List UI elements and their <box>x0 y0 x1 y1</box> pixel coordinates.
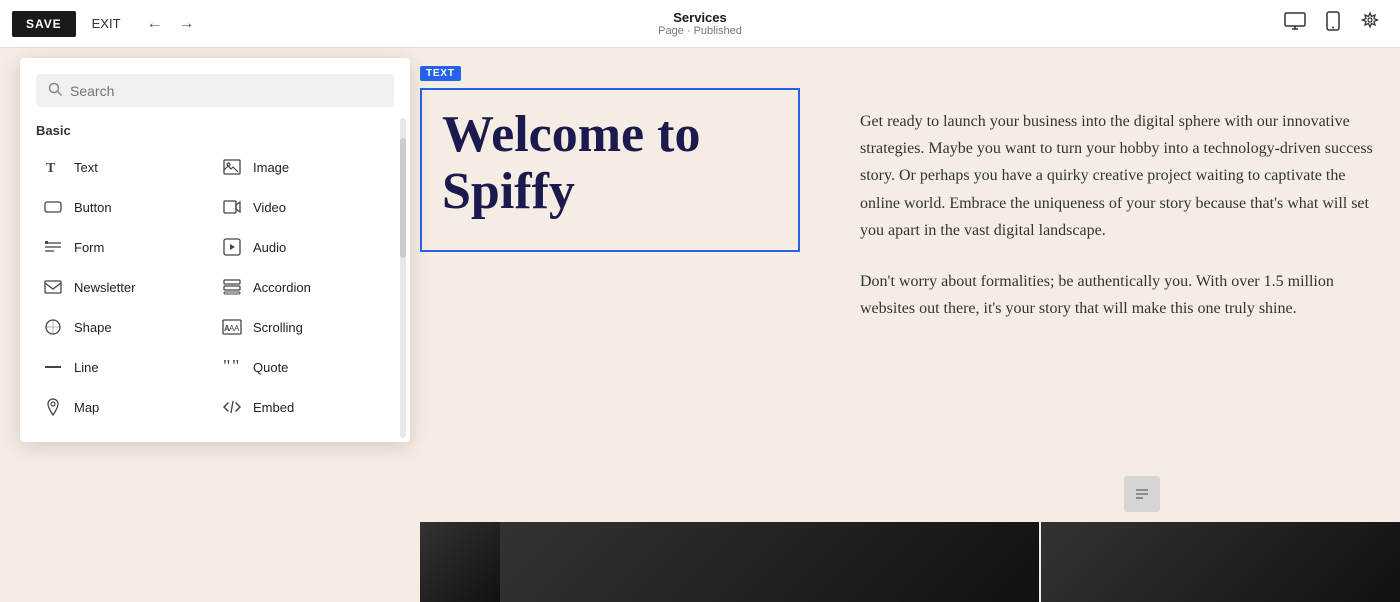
bottom-image-1 <box>420 522 500 602</box>
block-label-embed: Embed <box>253 400 294 415</box>
toolbar: SAVE EXIT ← → Services Page · Published <box>0 0 1400 48</box>
block-label-shape: Shape <box>74 320 112 335</box>
toolbar-center: Services Page · Published <box>658 10 742 37</box>
text-block-wrapper: TEXT Welcome to Spiffy <box>420 88 800 252</box>
block-item-shape[interactable]: Shape <box>36 308 215 346</box>
block-label-scrolling: Scrolling <box>253 320 303 335</box>
bottom-image-3 <box>1041 522 1400 602</box>
shape-icon <box>42 316 64 338</box>
search-input[interactable] <box>70 83 382 99</box>
block-label-form: Form <box>74 240 104 255</box>
block-item-quote[interactable]: "" Quote <box>215 348 394 386</box>
block-label-audio: Audio <box>253 240 286 255</box>
accordion-icon <box>221 276 243 298</box>
panel-scrollbar[interactable] <box>400 118 406 438</box>
redo-button[interactable]: → <box>173 11 201 37</box>
body-paragraph-1: Get ready to launch your business into t… <box>860 108 1380 244</box>
video-icon <box>221 196 243 218</box>
block-label-image: Image <box>253 160 289 175</box>
exit-button[interactable]: EXIT <box>84 10 129 37</box>
search-icon <box>48 82 62 99</box>
form-icon <box>42 236 64 258</box>
button-icon <box>42 196 64 218</box>
desktop-view-button[interactable] <box>1276 6 1314 41</box>
block-item-video[interactable]: Video <box>215 188 394 226</box>
heading: Welcome to Spiffy <box>442 106 778 220</box>
block-label-line: Line <box>74 360 99 375</box>
main-area: Basic T Text Image Button <box>0 48 1400 602</box>
save-button[interactable]: SAVE <box>12 11 76 37</box>
line-icon <box>42 356 64 378</box>
page-title: Services <box>658 10 742 25</box>
section-label: Basic <box>36 123 394 138</box>
bottom-image-2 <box>500 522 1039 602</box>
toolbar-right <box>1276 5 1388 42</box>
audio-icon <box>221 236 243 258</box>
block-item-image[interactable]: Image <box>215 148 394 186</box>
block-item-map[interactable]: Map <box>36 388 215 426</box>
text-icon: T <box>42 156 64 178</box>
block-label-text: Text <box>74 160 98 175</box>
svg-text:": " <box>232 360 239 374</box>
page-status: Page · Published <box>658 25 742 37</box>
mobile-view-button[interactable] <box>1318 5 1348 42</box>
body-paragraph-2: Don't worry about formalities; be authen… <box>860 268 1380 322</box>
svg-text:T: T <box>46 161 56 176</box>
block-label-video: Video <box>253 200 286 215</box>
search-wrapper <box>36 74 394 107</box>
settings-button[interactable] <box>1352 5 1388 42</box>
block-label-button: Button <box>74 200 112 215</box>
toolbar-nav: ← → <box>141 11 201 37</box>
blocks-grid: T Text Image Button <box>36 148 394 426</box>
block-item-audio[interactable]: Audio <box>215 228 394 266</box>
toolbar-left: SAVE EXIT ← → <box>12 10 201 37</box>
block-item-form[interactable]: Form <box>36 228 215 266</box>
text-badge: TEXT <box>420 66 461 81</box>
block-panel: Basic T Text Image Button <box>20 58 410 442</box>
image-icon <box>221 156 243 178</box>
block-item-newsletter[interactable]: Newsletter <box>36 268 215 306</box>
block-item-line[interactable]: Line <box>36 348 215 386</box>
block-label-quote: Quote <box>253 360 288 375</box>
block-label-newsletter: Newsletter <box>74 280 135 295</box>
block-item-button[interactable]: Button <box>36 188 215 226</box>
block-label-accordion: Accordion <box>253 280 311 295</box>
newsletter-icon <box>42 276 64 298</box>
scrolling-icon: AAA <box>221 316 243 338</box>
floating-icon <box>1124 476 1160 512</box>
panel-scrollbar-thumb <box>400 138 406 258</box>
block-item-scrolling[interactable]: AAA Scrolling <box>215 308 394 346</box>
block-item-embed[interactable]: Embed <box>215 388 394 426</box>
right-content: Get ready to launch your business into t… <box>860 108 1380 346</box>
undo-button[interactable]: ← <box>141 11 169 37</box>
block-item-accordion[interactable]: Accordion <box>215 268 394 306</box>
block-label-map: Map <box>74 400 99 415</box>
bottom-images <box>420 522 1400 602</box>
text-block-content[interactable]: Welcome to Spiffy <box>420 88 800 252</box>
block-item-text[interactable]: T Text <box>36 148 215 186</box>
map-icon <box>42 396 64 418</box>
embed-icon <box>221 396 243 418</box>
quote-icon: "" <box>221 356 243 378</box>
svg-text:A: A <box>234 324 240 333</box>
svg-text:": " <box>223 360 230 374</box>
